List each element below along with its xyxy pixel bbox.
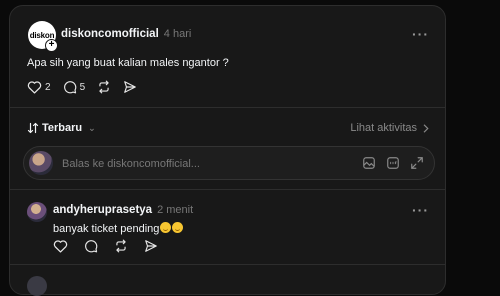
current-user-avatar bbox=[29, 151, 53, 175]
share-button[interactable] bbox=[123, 80, 137, 94]
repost-icon bbox=[99, 80, 109, 94]
comment-actions bbox=[53, 239, 158, 253]
sort-dropdown[interactable]: Terbaru ⌄ bbox=[27, 122, 96, 134]
next-commenter-avatar[interactable] bbox=[27, 276, 47, 296]
comment-count: 5 bbox=[79, 81, 86, 93]
comment-more-options-icon[interactable]: ··· bbox=[412, 202, 429, 218]
thread-card: diskon + diskoncomofficial 4 hari ··· Ap… bbox=[9, 5, 446, 296]
image-icon[interactable] bbox=[362, 156, 376, 170]
send-icon[interactable] bbox=[144, 239, 158, 253]
repost-button[interactable] bbox=[97, 80, 111, 94]
post-username[interactable]: diskoncomofficial bbox=[61, 28, 159, 40]
divider bbox=[10, 189, 445, 190]
divider bbox=[10, 264, 445, 265]
reply-input[interactable]: Balas ke diskoncomofficial... bbox=[23, 146, 435, 180]
expand-icon[interactable] bbox=[410, 156, 424, 170]
like-count: 2 bbox=[45, 81, 51, 93]
comment-text: banyak ticket pending bbox=[53, 222, 184, 235]
post-header: diskoncomofficial 4 hari bbox=[61, 28, 191, 40]
chevron-down-icon: ⌄ bbox=[88, 122, 96, 133]
view-activity-link[interactable]: Lihat aktivitas bbox=[350, 122, 429, 134]
chevron-right-icon bbox=[423, 123, 429, 133]
reply-attachments bbox=[362, 156, 424, 170]
follow-plus-icon[interactable]: + bbox=[45, 39, 58, 52]
grimacing-emoji-icon bbox=[172, 222, 184, 233]
comment-body: banyak ticket pending bbox=[53, 223, 160, 235]
comment-button[interactable]: 5 bbox=[63, 80, 86, 94]
reply-placeholder: Balas ke diskoncomofficial... bbox=[62, 158, 200, 170]
post-text: Apa sih yang buat kalian males ngantor ? bbox=[27, 57, 229, 69]
heart-icon bbox=[27, 81, 42, 94]
repost-icon[interactable] bbox=[114, 239, 128, 253]
comment-icon[interactable] bbox=[84, 239, 98, 253]
view-activity-label: Lihat aktivitas bbox=[350, 122, 417, 134]
like-button[interactable]: 2 bbox=[27, 80, 51, 94]
heart-icon[interactable] bbox=[53, 239, 68, 253]
comment-time[interactable]: 2 menit bbox=[157, 204, 193, 216]
post-time[interactable]: 4 hari bbox=[164, 28, 192, 40]
comment-username[interactable]: andyheruprasetya bbox=[53, 204, 152, 216]
sort-arrows-icon bbox=[27, 122, 39, 134]
comment-icon bbox=[63, 81, 76, 94]
post-actions: 2 5 bbox=[27, 80, 137, 94]
divider bbox=[10, 107, 445, 108]
comment-header: andyheruprasetya 2 menit bbox=[53, 204, 193, 216]
send-icon bbox=[124, 81, 136, 93]
gif-icon[interactable] bbox=[386, 156, 400, 170]
commenter-avatar[interactable] bbox=[27, 202, 47, 222]
more-options-icon[interactable]: ··· bbox=[412, 26, 429, 42]
sort-label: Terbaru bbox=[42, 122, 83, 134]
grimacing-emoji-icon bbox=[160, 222, 172, 233]
